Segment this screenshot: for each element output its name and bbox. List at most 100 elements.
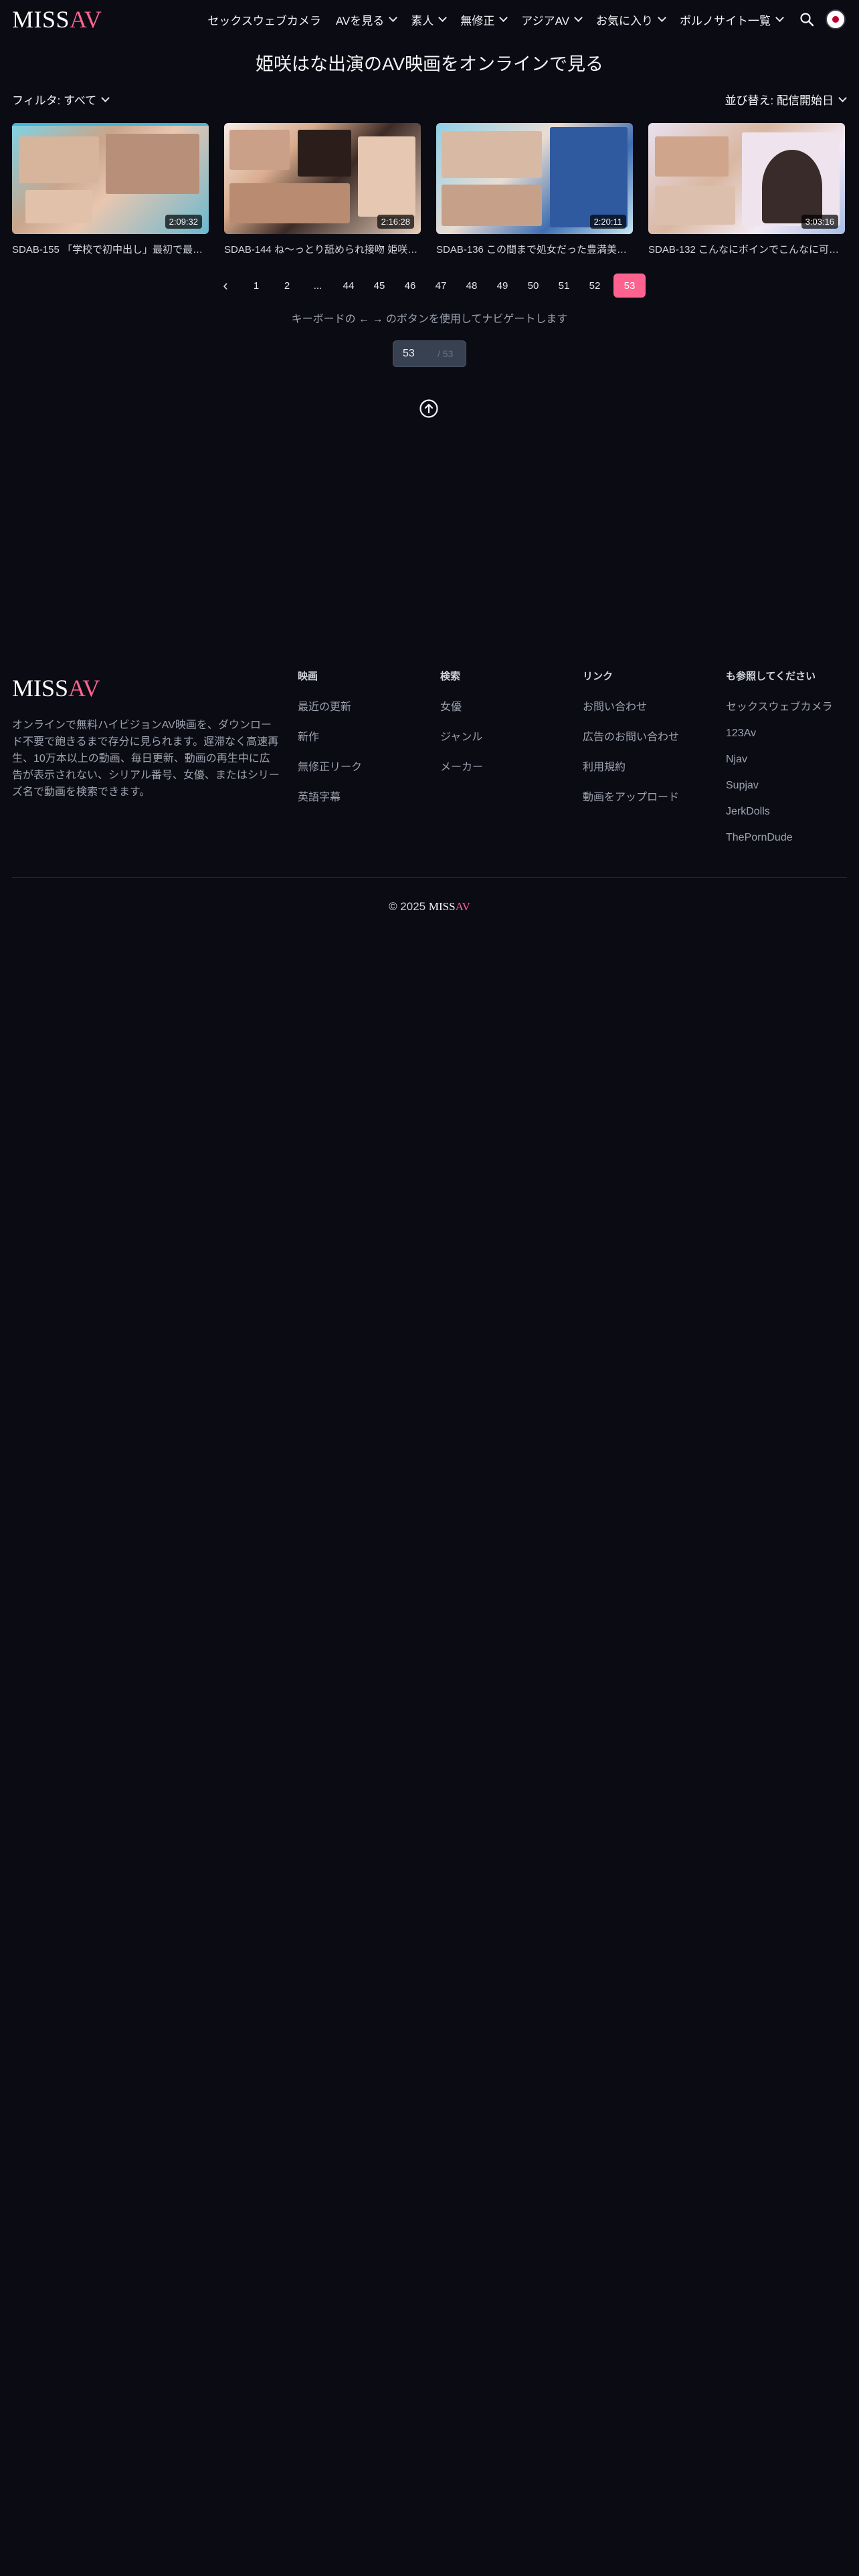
chevron-down-icon [389,13,398,22]
pagination-page[interactable]: 49 [490,274,514,298]
footer-link[interactable]: 無修正リーク [298,758,362,774]
nav-item-watch-av[interactable]: AVを見る [335,11,398,28]
video-title[interactable]: SDAB-144 ね〜っとり舐められ接吻 姫咲はな [224,242,421,256]
video-duration: 3:03:16 [801,215,838,229]
footer-link[interactable]: 英語字幕 [298,788,362,804]
nav-item-label: 素人 [411,14,434,27]
video-title[interactable]: SDAB-155 「学校で初中出し」最初で最高の思い出をあなたと。姫咲はな [12,242,209,256]
back-to-top-button[interactable] [419,399,439,419]
footer-divider [12,877,847,878]
page-jump-input[interactable] [401,347,438,360]
sort-dropdown[interactable]: 並び替え: 配信開始日 [725,91,847,108]
footer-link[interactable]: 利用規約 [583,758,679,774]
pagination: ‹ 1 2 ... 44 45 46 47 48 49 50 51 52 53 [0,274,859,298]
footer-link[interactable]: JerkDolls [726,806,833,818]
nav-item-favorites[interactable]: お気に入り [596,11,666,28]
pagination-page[interactable]: 45 [367,274,391,298]
chevron-down-icon [574,13,583,22]
search-button[interactable] [799,11,815,27]
nav-item-label: アジアAV [521,14,569,27]
nav-item-sex-webcam[interactable]: セックスウェブカメラ [207,11,321,28]
video-card[interactable]: 2:20:11 SDAB-136 この間まで処女だった豊満美少女 姫咲はな [436,123,633,256]
footer-link[interactable]: Njav [726,754,833,766]
pagination-page[interactable]: 1 [244,274,268,298]
chevron-down-icon [775,13,784,22]
nav-item-uncensored[interactable]: 無修正 [460,11,508,28]
page-jump-field: / 53 [393,340,466,367]
logo-text-miss: MISS [12,6,70,33]
pagination-page[interactable]: 48 [460,274,484,298]
pagination-page[interactable]: 52 [583,274,607,298]
pagination-ellipsis: ... [313,280,322,292]
video-card[interactable]: 2:09:32 SDAB-155 「学校で初中出し」最初で最高の思い出をあなたと… [12,123,209,256]
footer-heading: リンク [583,671,613,682]
nav-item-label: セックスウェブカメラ [207,14,321,27]
footer-link[interactable]: 123Av [726,728,833,740]
arrow-up-circle-icon [419,399,438,418]
video-thumbnail[interactable]: 2:16:28 [224,123,421,234]
video-card[interactable]: 2:16:28 SDAB-144 ね〜っとり舐められ接吻 姫咲はな [224,123,421,256]
chevron-left-icon: ‹ [223,277,228,294]
japan-flag-icon [832,16,839,23]
footer-description: オンラインで無料ハイビジョンAV映画を、ダウンロード不要で飽きるまで存分に見られ… [12,720,280,798]
footer-link[interactable]: ジャンル [440,728,483,744]
nav-item-amateur[interactable]: 素人 [411,11,448,28]
footer-column-movies: 映画 最近の更新 新作 無修正リーク 英語字幕 [298,669,362,818]
filter-label: フィルタ: すべて [12,94,97,107]
footer-column-search: 検索 女優 ジャンル メーカー [440,669,483,788]
video-duration: 2:20:11 [589,215,626,229]
footer-link[interactable]: Supjav [726,780,833,792]
pagination-page[interactable]: 50 [521,274,545,298]
footer-link[interactable]: 新作 [298,728,362,744]
site-logo[interactable]: MISSAV [12,5,102,33]
logo-text-av: AV [70,6,102,33]
footer-column-see-also: も参照してください セックスウェブカメラ 123Av Njav Supjav J… [726,669,833,858]
footer-heading: 映画 [298,671,318,682]
video-card[interactable]: 3:03:16 SDAB-132 こんなにボインでこんなに可愛くて 姫咲はな [648,123,845,256]
footer-logo[interactable]: MISSAV [12,674,100,702]
footer-link[interactable]: ThePornDude [726,832,833,844]
footer-link[interactable]: 最近の更新 [298,697,362,714]
video-duration: 2:09:32 [165,215,202,229]
footer-link[interactable]: 女優 [440,697,483,714]
page-jump-total: / 53 [438,348,454,359]
copyright-brand-miss: MISS [428,900,456,913]
nav-item-label: AVを見る [335,14,385,27]
nav-item-label: ポルノサイト一覧 [680,14,771,27]
video-duration: 2:16:28 [377,215,414,229]
search-icon [800,13,814,27]
sort-label: 並び替え: 配信開始日 [725,94,834,107]
pagination-page[interactable]: 2 [275,274,299,298]
logo-text-av: AV [68,675,100,702]
language-switcher[interactable] [826,9,846,29]
nav-item-asian-av[interactable]: アジアAV [521,11,583,28]
filter-dropdown[interactable]: フィルタ: すべて [12,91,110,108]
pagination-page[interactable]: 46 [398,274,422,298]
chevron-down-icon [499,13,508,22]
video-title[interactable]: SDAB-136 この間まで処女だった豊満美少女 姫咲はな [436,242,633,256]
nav-item-porn-sites[interactable]: ポルノサイト一覧 [680,11,784,28]
video-thumbnail[interactable]: 2:09:32 [12,123,209,234]
footer-link[interactable]: 広告のお問い合わせ [583,728,679,744]
video-thumbnail[interactable]: 2:20:11 [436,123,633,234]
top-navbar: MISSAV セックスウェブカメラ AVを見る 素人 無修正 アジアAV お気に… [0,0,859,39]
footer-link[interactable]: お問い合わせ [583,697,679,714]
copyright: © 2025 MISSAV [0,900,859,914]
video-grid: 2:09:32 SDAB-155 「学校で初中出し」最初で最高の思い出をあなたと… [12,123,847,256]
pagination-page[interactable]: 47 [429,274,453,298]
footer-column-links: リンク お問い合わせ 広告のお問い合わせ 利用規約 動画をアップロード [583,669,679,818]
copyright-brand-av: AV [455,900,470,913]
chevron-down-icon [838,93,847,102]
footer-link[interactable]: 動画をアップロード [583,788,679,804]
pagination-page[interactable]: 51 [552,274,576,298]
logo-text-miss: MISS [12,675,69,702]
footer-link[interactable]: セックスウェブカメラ [726,697,833,714]
footer-link[interactable]: メーカー [440,758,483,774]
copyright-text: © 2025 [389,900,426,913]
pagination-prev-button[interactable]: ‹ [213,274,237,298]
chevron-down-icon [658,13,666,22]
pagination-current-page[interactable]: 53 [613,274,646,298]
video-thumbnail[interactable]: 3:03:16 [648,123,845,234]
video-title[interactable]: SDAB-132 こんなにボインでこんなに可愛くて 姫咲はな [648,242,845,256]
pagination-page[interactable]: 44 [337,274,361,298]
